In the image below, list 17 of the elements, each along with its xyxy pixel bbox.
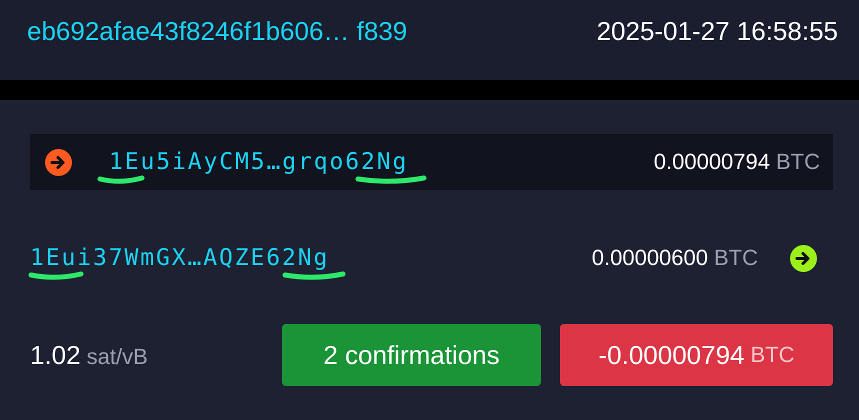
underline-mark — [97, 175, 145, 185]
address-link[interactable]: 1Eu5iAyCM5…grqo62Ng — [109, 149, 408, 175]
underline-mark — [28, 271, 84, 281]
unit-text: BTC — [776, 149, 820, 175]
unit-text: BTC — [714, 245, 758, 271]
arrow-right-icon[interactable] — [45, 148, 72, 176]
timestamp: 2025-01-27 16:58:55 — [596, 16, 838, 46]
arrow-right-icon[interactable] — [790, 244, 817, 272]
net-amount-badge: -0.00000794 BTC — [560, 324, 833, 386]
amount-text: 0.00000600 — [592, 245, 708, 271]
amount-text: 0.00000794 — [654, 149, 770, 175]
fee-rate-text: 1.02 sat/vB — [30, 340, 149, 370]
confirmations-badge: 2 confirmations — [282, 324, 541, 386]
underline-mark — [355, 175, 427, 185]
address-link[interactable]: 1Eui37WmGX…AQZE62Ng — [30, 245, 330, 271]
underline-mark — [282, 271, 346, 281]
transaction-id-link[interactable]: eb692afae43f8246f1b606… f839 — [27, 16, 408, 46]
